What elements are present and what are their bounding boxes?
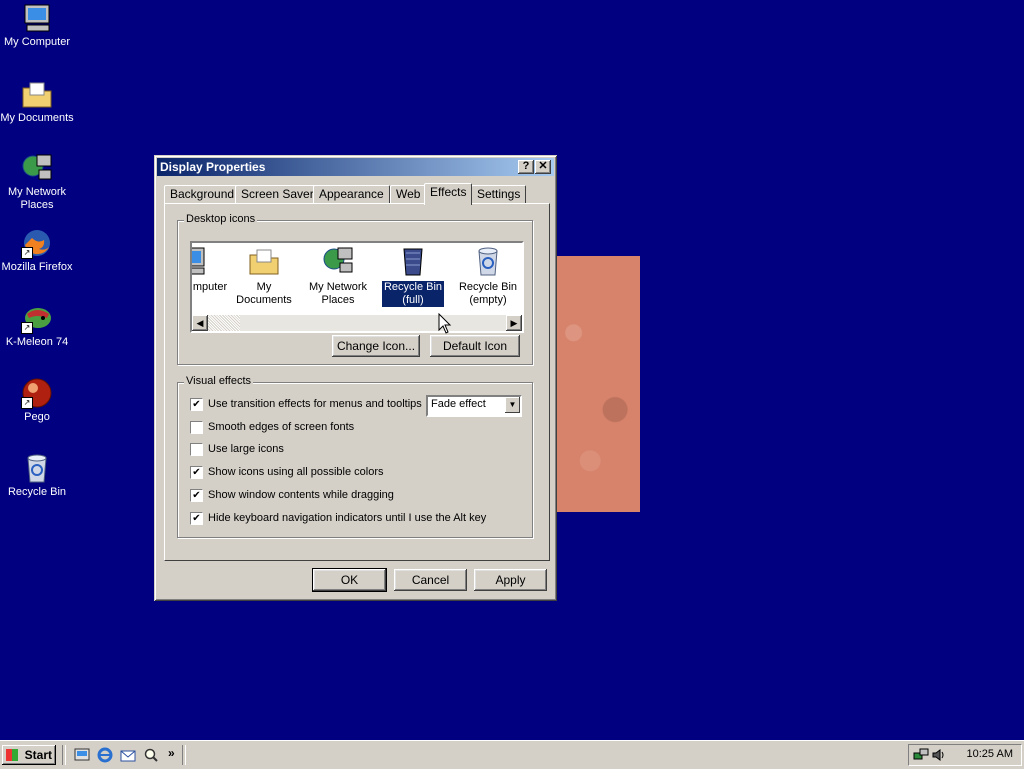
desktop-icon-kmeleon[interactable]: ↗ K-Meleon 74 <box>0 302 74 349</box>
option-label: Show icons using all possible colors <box>208 466 384 478</box>
network-connection-icon[interactable] <box>913 747 929 763</box>
cancel-button[interactable]: Cancel <box>394 569 467 591</box>
recycle-bin-full-icon <box>397 245 429 277</box>
list-item-my-documents[interactable]: My Documents <box>226 245 302 307</box>
wallpaper-preview <box>557 256 640 512</box>
desktop-icon-network-places[interactable]: My Network Places <box>0 152 74 212</box>
taskbar-separator <box>62 745 66 765</box>
list-item-recycle-bin-full[interactable]: Recycle Bin (full) <box>375 245 451 307</box>
pego-icon: ↗ <box>21 377 53 409</box>
tab-web[interactable]: Web <box>390 185 427 204</box>
dialog-title: Display Properties <box>160 160 266 174</box>
desktop-icon-list[interactable]: mputer My Documents My Network Places Re… <box>190 241 524 333</box>
desktop-icon-label: My Network Places <box>7 186 67 211</box>
chevron-down-icon[interactable]: ▼ <box>505 397 520 413</box>
list-item-label: My Network Places <box>308 281 368 306</box>
horizontal-scrollbar[interactable]: ◀ ▶ <box>192 315 522 331</box>
outlook-express-icon[interactable] <box>120 747 136 763</box>
checkbox-unchecked[interactable] <box>190 443 203 456</box>
recycle-bin-empty-icon <box>472 245 504 277</box>
list-item-label: mputer <box>192 281 228 293</box>
checkbox-checked[interactable]: ✔ <box>190 398 203 411</box>
shortcut-arrow-icon: ↗ <box>21 397 33 409</box>
ok-button[interactable]: OK <box>312 568 387 592</box>
checkbox-checked[interactable]: ✔ <box>190 512 203 525</box>
taskbar: Start » 10:25 AM <box>0 740 1024 769</box>
desktop-icon-label: My Computer <box>3 36 71 48</box>
search-icon[interactable] <box>143 747 159 763</box>
show-desktop-icon[interactable] <box>74 747 90 763</box>
tab-screen-saver[interactable]: Screen Saver <box>235 185 320 204</box>
checkbox-checked[interactable]: ✔ <box>190 466 203 479</box>
list-item-computer[interactable]: mputer <box>192 245 230 294</box>
windows-logo-icon <box>6 749 18 761</box>
computer-icon <box>21 2 53 34</box>
change-icon-button[interactable]: Change Icon... <box>332 335 420 357</box>
checkbox-checked[interactable]: ✔ <box>190 489 203 502</box>
start-label: Start <box>24 748 52 762</box>
option-label: Smooth edges of screen fonts <box>208 421 355 433</box>
computer-icon <box>192 245 208 277</box>
list-item-network-places[interactable]: My Network Places <box>300 245 376 307</box>
mouse-cursor-icon <box>438 313 452 334</box>
option-label: Use large icons <box>208 443 284 455</box>
network-icon <box>322 245 354 277</box>
tab-effects[interactable]: Effects <box>424 183 473 205</box>
apply-button[interactable]: Apply <box>474 569 547 591</box>
shortcut-arrow-icon: ↗ <box>21 322 33 334</box>
tab-appearance[interactable]: Appearance <box>313 185 390 204</box>
desktop-icon-label: Pego <box>24 411 50 423</box>
list-item-label: Recycle Bin (empty) <box>458 281 518 306</box>
desktop-icon-recycle-bin[interactable]: Recycle Bin <box>0 452 74 499</box>
system-tray: 10:25 AM <box>908 744 1022 766</box>
tab-background[interactable]: Background <box>164 185 241 204</box>
list-item-recycle-bin-empty[interactable]: Recycle Bin (empty) <box>450 245 522 307</box>
option-label: Show window contents while dragging <box>208 489 394 501</box>
desktop-icon-my-documents[interactable]: My Documents <box>0 78 74 125</box>
desktop-icon-label: Mozilla Firefox <box>1 261 73 273</box>
default-icon-button[interactable]: Default Icon <box>430 335 520 357</box>
network-icon <box>21 152 53 184</box>
effects-tab-panel: Desktop icons mputer My Documents My Net… <box>164 203 550 561</box>
clock[interactable]: 10:25 AM <box>967 748 1013 760</box>
desktop-icon-label: My Documents <box>0 112 74 124</box>
folder-documents-icon <box>248 245 280 277</box>
desktop-icons-group: Desktop icons mputer My Documents My Net… <box>177 213 533 365</box>
scroll-right-arrow-icon[interactable]: ▶ <box>506 315 522 331</box>
display-properties-dialog: Display Properties ? ✕ Background Screen… <box>154 155 557 601</box>
close-button[interactable]: ✕ <box>535 160 551 174</box>
desktop-icon-pego[interactable]: ↗ Pego <box>0 377 74 424</box>
list-item-label: My Documents <box>236 281 292 306</box>
transition-effect-select[interactable]: Fade effect ▼ <box>426 395 522 417</box>
tab-settings[interactable]: Settings <box>471 185 527 204</box>
volume-icon[interactable] <box>931 747 947 763</box>
checkbox-unchecked[interactable] <box>190 421 203 434</box>
desktop-icon-firefox[interactable]: ↗ Mozilla Firefox <box>0 227 74 274</box>
firefox-icon: ↗ <box>21 227 53 259</box>
kmeleon-icon: ↗ <box>21 302 53 334</box>
visual-effects-group: Visual effects ✔ Use transition effects … <box>177 375 533 538</box>
desktop-icons-legend: Desktop icons <box>184 213 258 225</box>
start-button[interactable]: Start <box>2 745 56 765</box>
desktop-icon-label: Recycle Bin <box>7 486 67 498</box>
option-label: Hide keyboard navigation indicators unti… <box>208 512 487 524</box>
recycle-bin-icon <box>21 452 53 484</box>
help-button[interactable]: ? <box>518 160 534 174</box>
taskbar-separator <box>182 745 186 765</box>
folder-documents-icon <box>21 78 53 110</box>
scroll-thumb[interactable] <box>208 315 240 331</box>
scroll-left-arrow-icon[interactable]: ◀ <box>192 315 208 331</box>
quick-launch-chevron[interactable]: » <box>168 746 175 760</box>
internet-explorer-icon[interactable] <box>97 747 113 763</box>
desktop-icon-label: K-Meleon 74 <box>5 336 69 348</box>
visual-effects-legend: Visual effects <box>184 375 254 387</box>
title-bar[interactable]: Display Properties ? ✕ <box>157 158 554 176</box>
list-item-label: Recycle Bin (full) <box>381 281 445 307</box>
option-label: Use transition effects for menus and too… <box>208 398 422 410</box>
desktop-icon-my-computer[interactable]: My Computer <box>0 2 74 49</box>
shortcut-arrow-icon: ↗ <box>21 247 33 259</box>
select-value: Fade effect <box>431 398 486 410</box>
